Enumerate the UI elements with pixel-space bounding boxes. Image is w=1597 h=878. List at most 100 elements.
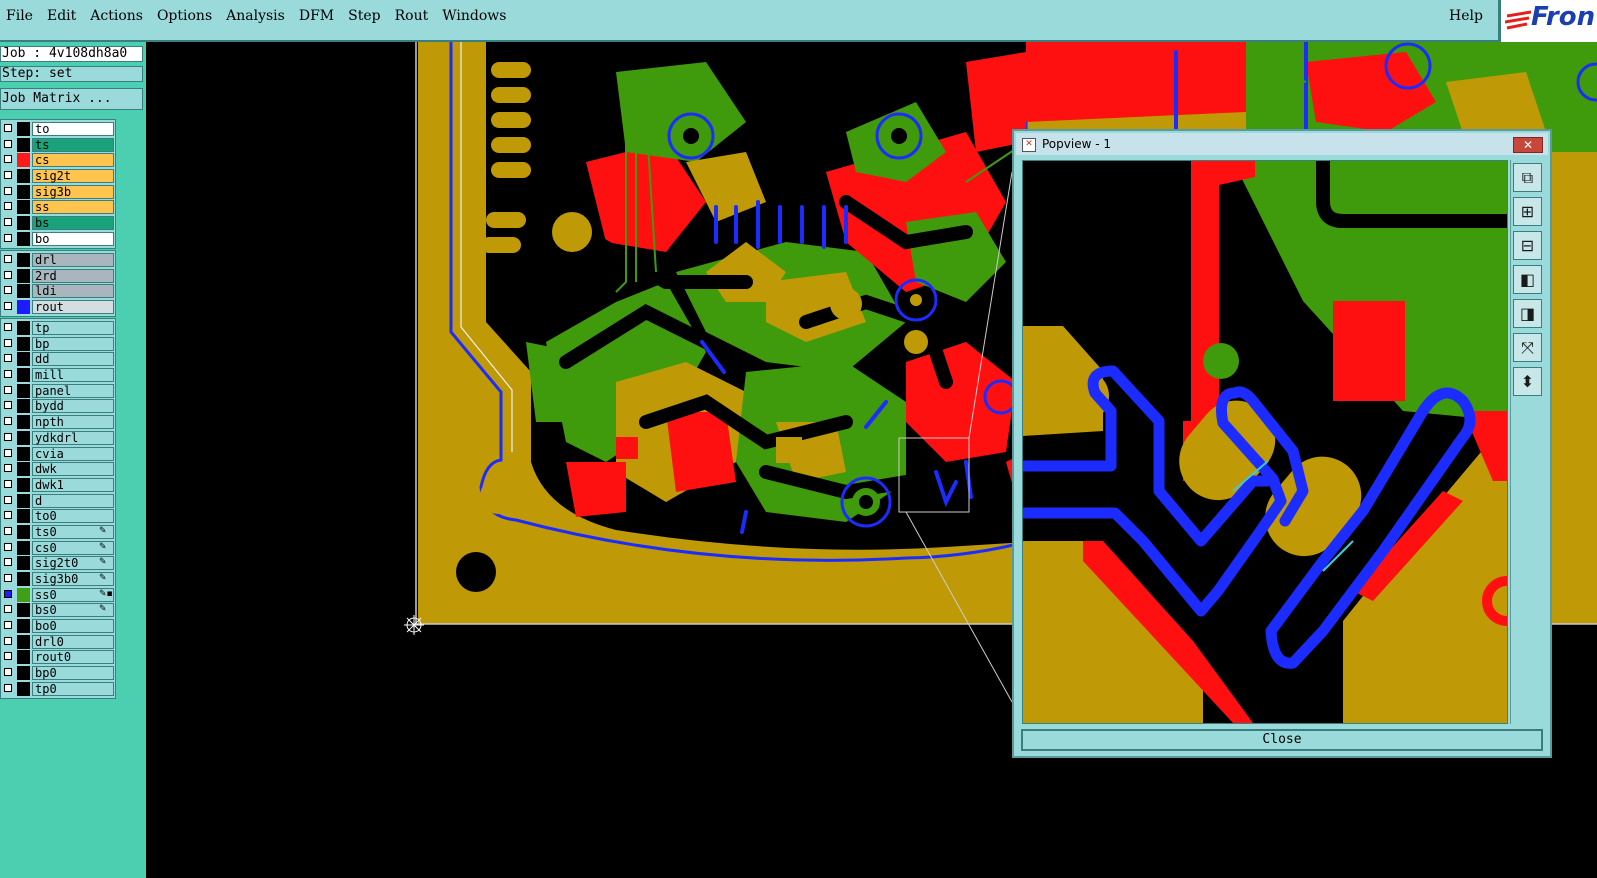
layer-name[interactable]: 2rd — [32, 268, 114, 283]
popview-titlebar[interactable]: ✕ Popview - 1 ✕ — [1016, 133, 1548, 155]
layer-row-rout[interactable]: rout — [1, 299, 115, 315]
layer-color-swatch[interactable] — [17, 383, 30, 398]
menu-actions[interactable]: Actions — [84, 6, 151, 30]
zoom-out-icon[interactable]: ⊟ — [1513, 231, 1542, 260]
layer-row-dwk1[interactable]: dwk1 — [1, 477, 115, 493]
layer-checkbox[interactable] — [4, 636, 12, 645]
layer-name[interactable]: bo — [32, 231, 114, 246]
layer-name[interactable]: bydd — [32, 399, 114, 414]
popview-zoom-view[interactable] — [1022, 160, 1508, 724]
layer-row-cvia[interactable]: cvia — [1, 446, 115, 462]
layer-color-swatch[interactable] — [17, 556, 30, 571]
layer-row-sig3b0[interactable]: sig3b0 ✎ — [1, 571, 115, 587]
layer-color-swatch[interactable] — [17, 650, 30, 665]
layer-name[interactable]: dwk1 — [32, 477, 114, 492]
layer-color-swatch[interactable] — [17, 321, 30, 335]
layer-color-swatch[interactable] — [17, 184, 30, 199]
layer-row-cs0[interactable]: cs0 ✎ — [1, 540, 115, 556]
layer-name[interactable]: panel — [32, 383, 114, 398]
layer-checkbox[interactable] — [4, 354, 12, 363]
layer-row-sig2t[interactable]: sig2t — [1, 168, 115, 184]
layer-checkbox[interactable] — [4, 479, 12, 488]
layer-row-rout0[interactable]: rout0 — [1, 649, 115, 665]
layer-row-to[interactable]: to — [1, 121, 115, 137]
layer-color-swatch[interactable] — [17, 122, 30, 136]
menu-windows[interactable]: Windows — [436, 6, 514, 30]
layer-color-swatch[interactable] — [17, 415, 30, 430]
layer-row-d[interactable]: d — [1, 493, 115, 509]
zoom-home-icon[interactable]: ⬍ — [1513, 367, 1542, 396]
layer-name[interactable]: npth — [32, 415, 114, 430]
layer-row-ts0[interactable]: ts0 ✎ — [1, 524, 115, 540]
layer-color-swatch[interactable] — [17, 681, 30, 696]
layer-row-2rd[interactable]: 2rd — [1, 268, 115, 284]
layer-name[interactable]: bo0 — [32, 619, 114, 634]
layer-checkbox[interactable] — [4, 621, 12, 630]
layer-color-swatch[interactable] — [17, 336, 30, 351]
menu-step[interactable]: Step — [342, 6, 388, 30]
layer-name[interactable]: tp0 — [32, 681, 114, 696]
layer-name[interactable]: cs — [32, 153, 114, 168]
layer-checkbox[interactable] — [4, 370, 12, 379]
layer-color-swatch[interactable] — [17, 493, 30, 508]
layer-name[interactable]: bp0 — [32, 666, 114, 681]
layer-color-swatch[interactable] — [17, 399, 30, 414]
layer-checkbox[interactable] — [4, 605, 12, 614]
layer-checkbox[interactable] — [4, 270, 12, 279]
menu-options[interactable]: Options — [151, 6, 220, 30]
layer-color-swatch[interactable] — [17, 300, 30, 315]
layer-name[interactable]: bp — [32, 336, 114, 351]
layer-color-swatch[interactable] — [17, 153, 30, 168]
layer-row-dwk[interactable]: dwk — [1, 461, 115, 477]
layer-row-bydd[interactable]: bydd — [1, 398, 115, 414]
zoom-fit-icon[interactable]: ⤧ — [1513, 333, 1542, 362]
pan-left-icon[interactable]: ◧ — [1513, 265, 1542, 294]
layer-checkbox[interactable] — [4, 652, 12, 661]
layer-checkbox[interactable] — [4, 171, 12, 180]
layer-row-dd[interactable]: dd — [1, 351, 115, 367]
layer-checkbox[interactable] — [4, 124, 12, 132]
layer-checkbox[interactable] — [4, 323, 12, 331]
layer-color-swatch[interactable] — [17, 446, 30, 461]
layer-name[interactable]: to — [32, 122, 114, 136]
layer-row-npth[interactable]: npth — [1, 414, 115, 430]
layer-name[interactable]: to0 — [32, 509, 114, 524]
layer-name[interactable]: sig2t — [32, 169, 114, 184]
layer-color-swatch[interactable] — [17, 216, 30, 231]
layer-name[interactable]: ydkdrl — [32, 430, 114, 445]
layer-row-panel[interactable]: panel — [1, 383, 115, 399]
layer-name[interactable]: sig3b — [32, 184, 114, 199]
layer-row-sig2t0[interactable]: sig2t0 ✎ — [1, 555, 115, 571]
layer-color-swatch[interactable] — [17, 268, 30, 283]
layer-color-swatch[interactable] — [17, 603, 30, 618]
layer-name[interactable]: rout0 — [32, 650, 114, 665]
layer-color-swatch[interactable] — [17, 509, 30, 524]
layer-checkbox[interactable] — [4, 218, 12, 227]
layer-row-bs[interactable]: bs — [1, 215, 115, 231]
layer-color-swatch[interactable] — [17, 200, 30, 215]
layer-row-drl0[interactable]: drl0 — [1, 634, 115, 650]
layer-checkbox[interactable] — [4, 286, 12, 295]
job-matrix-button[interactable]: Job Matrix ... — [0, 88, 143, 110]
layer-row-bp0[interactable]: bp0 — [1, 665, 115, 681]
zoom-in-icon[interactable]: ⊞ — [1513, 197, 1542, 226]
layer-checkbox[interactable] — [4, 542, 12, 551]
layer-checkbox[interactable] — [4, 448, 12, 457]
layer-name[interactable]: dwk — [32, 462, 114, 477]
layer-row-ldi[interactable]: ldi — [1, 283, 115, 299]
layer-color-swatch[interactable] — [17, 352, 30, 367]
layer-row-tp0[interactable]: tp0 — [1, 681, 115, 697]
layer-checkbox[interactable] — [4, 202, 12, 211]
layer-row-tp[interactable]: tp — [1, 320, 115, 336]
layer-checkbox[interactable] — [4, 589, 12, 598]
layer-name[interactable]: mill — [32, 368, 114, 383]
zoom-view-graphic[interactable] — [1023, 161, 1507, 723]
layer-color-swatch[interactable] — [17, 666, 30, 681]
layer-row-sig3b[interactable]: sig3b — [1, 184, 115, 200]
layer-name[interactable]: ts — [32, 137, 114, 152]
layer-row-ss[interactable]: ss — [1, 199, 115, 215]
layer-checkbox[interactable] — [4, 385, 12, 394]
layer-checkbox[interactable] — [4, 495, 12, 504]
layer-color-swatch[interactable] — [17, 524, 30, 539]
layer-row-bs0[interactable]: bs0 ✎ — [1, 602, 115, 618]
